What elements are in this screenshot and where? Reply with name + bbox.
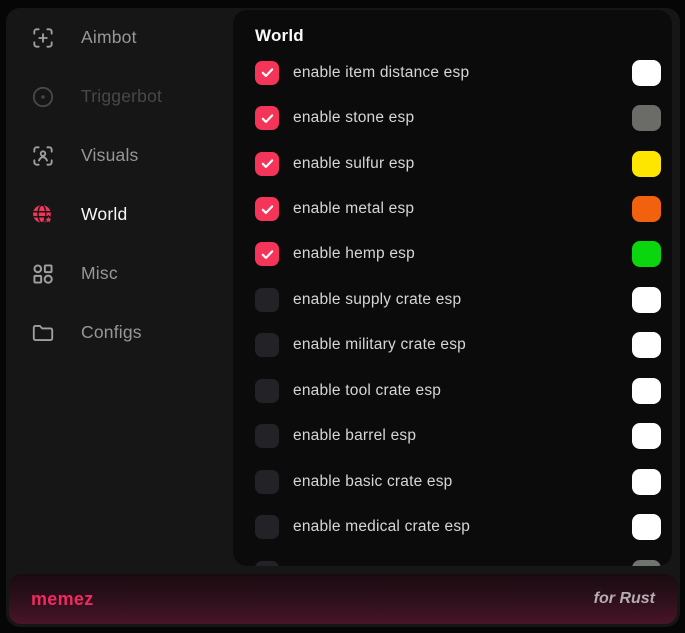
cheat-menu-window: Aimbot Triggerbot Visuals <box>6 8 680 627</box>
checkbox-clipped[interactable] <box>255 561 279 566</box>
aimbot-icon <box>30 25 56 51</box>
checkbox-tool-crate-esp[interactable] <box>255 379 279 403</box>
sidebar-item-world[interactable]: World <box>6 185 233 244</box>
color-swatch[interactable] <box>632 241 661 267</box>
option-label: enable medical crate esp <box>293 518 470 536</box>
checkbox-stone-esp[interactable] <box>255 106 279 130</box>
color-swatch[interactable] <box>632 514 661 540</box>
option-label: enable sulfur esp <box>293 155 414 173</box>
option-row: enable hemp esp <box>233 232 672 277</box>
option-row: enable supply crate esp <box>233 277 672 322</box>
color-swatch[interactable] <box>632 196 661 222</box>
option-label: enable basic crate esp <box>293 473 453 491</box>
option-row: enable stone esp <box>233 95 672 140</box>
panel-title: World <box>233 10 672 47</box>
option-rows: enable item distance esp enable stone es… <box>233 50 672 566</box>
checkbox-military-crate-esp[interactable] <box>255 333 279 357</box>
option-label: enable item distance esp <box>293 64 469 82</box>
brand-tagline: for Rust <box>594 590 655 608</box>
color-swatch[interactable] <box>632 560 661 566</box>
checkbox-hemp-esp[interactable] <box>255 242 279 266</box>
option-label: enable barrel esp <box>293 427 416 445</box>
world-icon <box>30 202 56 228</box>
brand-name: memez <box>31 589 94 610</box>
triggerbot-icon <box>30 84 56 110</box>
option-row: enable sulfur esp <box>233 141 672 186</box>
option-row: enable item distance esp <box>233 50 672 95</box>
option-label: enable metal esp <box>293 200 414 218</box>
sidebar-item-label: Visuals <box>81 145 139 166</box>
sidebar-item-aimbot[interactable]: Aimbot <box>6 8 233 67</box>
option-label: enable hemp esp <box>293 245 415 263</box>
color-swatch[interactable] <box>632 332 661 358</box>
sidebar-item-configs[interactable]: Configs <box>6 303 233 362</box>
color-swatch[interactable] <box>632 105 661 131</box>
color-swatch[interactable] <box>632 469 661 495</box>
sidebar-item-triggerbot[interactable]: Triggerbot <box>6 67 233 126</box>
option-row-clipped <box>233 550 672 566</box>
option-row: enable barrel esp <box>233 414 672 459</box>
checkbox-barrel-esp[interactable] <box>255 424 279 448</box>
option-row: enable military crate esp <box>233 323 672 368</box>
option-row: enable metal esp <box>233 186 672 231</box>
option-row: enable medical crate esp <box>233 504 672 549</box>
checkbox-item-distance-esp[interactable] <box>255 61 279 85</box>
color-swatch[interactable] <box>632 287 661 313</box>
option-label: enable stone esp <box>293 109 414 127</box>
checkbox-basic-crate-esp[interactable] <box>255 470 279 494</box>
option-row: enable tool crate esp <box>233 368 672 413</box>
checkbox-medical-crate-esp[interactable] <box>255 515 279 539</box>
color-swatch[interactable] <box>632 151 661 177</box>
sidebar-item-label: Aimbot <box>81 27 137 48</box>
world-panel: World enable item distance esp enable st… <box>233 10 672 566</box>
visuals-icon <box>30 143 56 169</box>
option-label: enable tool crate esp <box>293 382 441 400</box>
misc-icon <box>30 261 56 287</box>
checkbox-supply-crate-esp[interactable] <box>255 288 279 312</box>
sidebar: Aimbot Triggerbot Visuals <box>6 8 233 568</box>
sidebar-item-visuals[interactable]: Visuals <box>6 126 233 185</box>
color-swatch[interactable] <box>632 423 661 449</box>
sidebar-item-label: Configs <box>81 322 142 343</box>
checkbox-sulfur-esp[interactable] <box>255 152 279 176</box>
sidebar-item-label: Misc <box>81 263 118 284</box>
option-label: enable supply crate esp <box>293 291 461 309</box>
option-row: enable basic crate esp <box>233 459 672 504</box>
checkbox-metal-esp[interactable] <box>255 197 279 221</box>
option-label: enable military crate esp <box>293 336 466 354</box>
color-swatch[interactable] <box>632 378 661 404</box>
sidebar-item-label: Triggerbot <box>81 86 162 107</box>
color-swatch[interactable] <box>632 60 661 86</box>
configs-icon <box>30 320 56 346</box>
sidebar-item-misc[interactable]: Misc <box>6 244 233 303</box>
sidebar-item-label: World <box>81 204 127 225</box>
footer-bar: memez for Rust <box>9 574 677 624</box>
